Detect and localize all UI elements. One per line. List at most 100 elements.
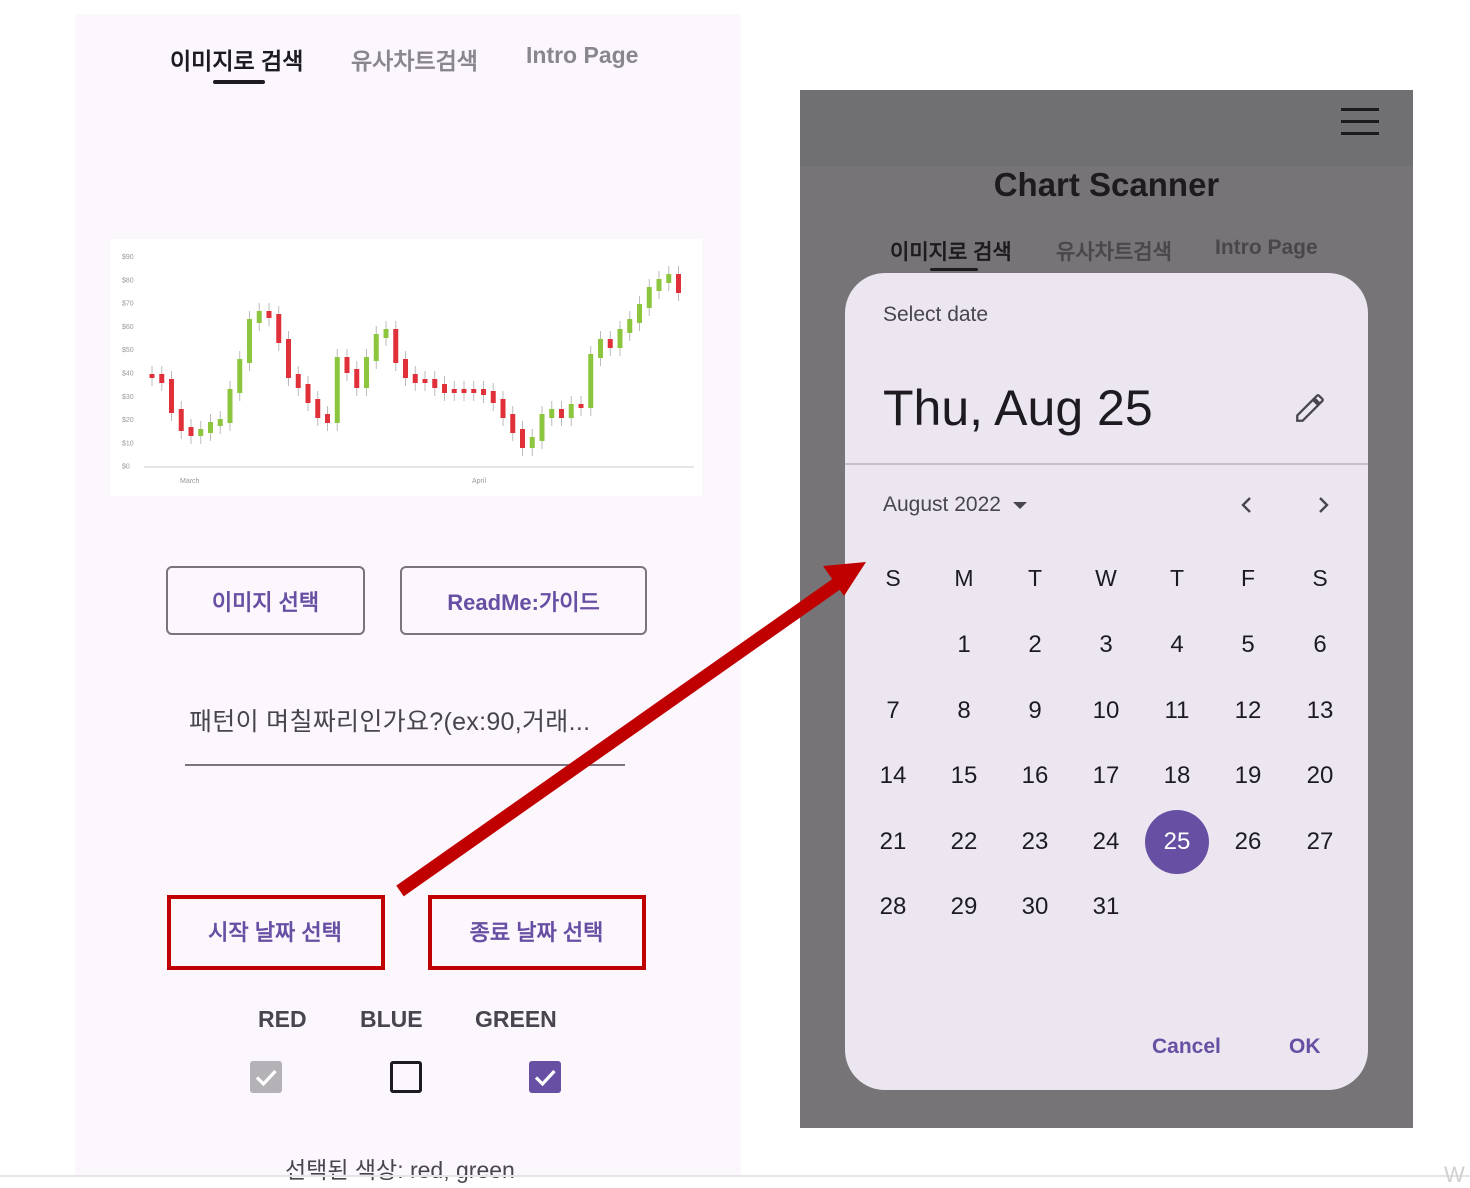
candle-body	[578, 404, 584, 408]
y-tick-label: $70	[122, 301, 134, 308]
tab-image-search[interactable]: 이미지로 검색	[170, 42, 303, 76]
candle-body	[217, 419, 223, 426]
day-cell[interactable]: 29	[932, 875, 996, 939]
day-cell[interactable]: 15	[932, 744, 996, 808]
y-tick-label: $0	[122, 464, 130, 471]
day-cell[interactable]: 18	[1145, 744, 1209, 808]
candle-body	[227, 389, 233, 423]
day-cell[interactable]: 8	[932, 679, 996, 743]
red-checkbox[interactable]	[250, 1061, 282, 1093]
candle-body	[188, 427, 194, 436]
candle-body	[412, 374, 418, 383]
chevron-right-icon[interactable]	[1311, 493, 1335, 517]
candle-body	[598, 339, 603, 358]
day-cell[interactable]: 2	[1003, 613, 1067, 677]
candle-body	[383, 329, 389, 338]
candle-body	[559, 409, 564, 418]
tab-image-search[interactable]: 이미지로 검색	[890, 236, 1012, 266]
input-underline	[185, 764, 625, 766]
y-tick-label: $10	[122, 440, 134, 447]
day-cell[interactable]: 10	[1074, 679, 1138, 743]
tab-similar-chart[interactable]: 유사차트검색	[1056, 236, 1172, 266]
day-cell[interactable]: 9	[1003, 679, 1067, 743]
tab-intro-page[interactable]: Intro Page	[1215, 236, 1318, 260]
day-cell[interactable]: 6	[1288, 613, 1352, 677]
candle-body	[481, 389, 486, 395]
ok-button[interactable]: OK	[1289, 1035, 1321, 1059]
candle-body	[393, 329, 399, 363]
day-cell[interactable]: 11	[1145, 679, 1209, 743]
candle-body	[656, 279, 662, 291]
day-cell[interactable]: 13	[1288, 679, 1352, 743]
hamburger-menu-icon[interactable]	[1341, 108, 1379, 136]
candle-body	[529, 437, 535, 448]
candle-body	[607, 339, 613, 348]
readme-guide-button[interactable]: ReadMe:가이드	[400, 566, 647, 635]
y-tick-label: $90	[122, 254, 134, 261]
candle-body	[208, 422, 213, 433]
check-icon	[534, 1069, 556, 1087]
candle-body	[627, 319, 633, 333]
app-title: Chart Scanner	[993, 166, 1220, 203]
selected-day-cell[interactable]: 25	[1145, 809, 1209, 874]
candle-body	[432, 379, 438, 388]
candle-body	[461, 389, 467, 393]
day-cell[interactable]: 23	[1003, 810, 1067, 874]
y-tick-label: $30	[122, 394, 134, 401]
day-cell[interactable]: 26	[1216, 810, 1280, 874]
tab-intro-page[interactable]: Intro Page	[526, 42, 638, 69]
pattern-days-placeholder: 패턴이 며칠짜리인가요?(ex:90,거래...	[189, 708, 591, 736]
candle-body	[354, 369, 360, 388]
day-cell[interactable]: 17	[1074, 744, 1138, 808]
candle-body	[676, 274, 681, 293]
image-select-button[interactable]: 이미지 선택	[166, 566, 365, 635]
day-cell[interactable]: 1	[932, 613, 996, 677]
day-cell[interactable]: 31	[1074, 875, 1138, 939]
day-cell[interactable]: 4	[1145, 613, 1209, 677]
day-cell[interactable]: 14	[861, 744, 925, 808]
header-divider	[845, 463, 1368, 465]
day-cell[interactable]: 24	[1074, 810, 1138, 874]
dropdown-arrow-icon	[1012, 502, 1027, 509]
app-bar	[800, 90, 1413, 166]
day-cell[interactable]: 16	[1003, 744, 1067, 808]
day-cell[interactable]: 28	[861, 875, 925, 939]
pattern-days-input[interactable]: 패턴이 며칠짜리인가요?(ex:90,거래...	[185, 694, 627, 768]
day-cell[interactable]: 22	[932, 810, 996, 874]
cancel-button[interactable]: Cancel	[1152, 1035, 1221, 1059]
green-checkbox[interactable]	[529, 1061, 561, 1093]
selected-colors-text: 선택된 색상: red, green	[285, 1157, 515, 1183]
day-cell[interactable]: 5	[1216, 613, 1280, 677]
color-label-blue: BLUE	[360, 1006, 423, 1032]
active-tab-indicator	[930, 268, 978, 271]
candle-body	[646, 287, 652, 308]
month-year-selector[interactable]: August 2022	[883, 493, 1029, 517]
day-cell[interactable]: 12	[1216, 679, 1280, 743]
candle-body	[588, 354, 594, 408]
tab-similar-chart[interactable]: 유사차트검색	[351, 42, 478, 76]
chevron-left-icon[interactable]	[1235, 493, 1259, 517]
day-cell[interactable]: 20	[1288, 744, 1352, 808]
day-cell[interactable]: 27	[1288, 810, 1352, 874]
day-cell[interactable]: 7	[861, 679, 925, 743]
x-tick-label: March	[180, 478, 200, 485]
candle-body	[520, 429, 525, 448]
day-cell[interactable]: 21	[861, 810, 925, 874]
weekday-header: T	[1027, 565, 1043, 591]
edit-pencil-icon[interactable]	[1293, 391, 1327, 425]
candle-body	[305, 384, 311, 403]
candle-body	[422, 379, 428, 383]
blue-checkbox[interactable]	[390, 1061, 422, 1093]
highlight-box-end	[428, 895, 646, 970]
y-tick-label: $80	[122, 277, 134, 284]
check-icon	[255, 1069, 277, 1087]
day-cell[interactable]: 19	[1216, 744, 1280, 808]
candle-body	[403, 359, 408, 378]
day-cell[interactable]: 3	[1074, 613, 1138, 677]
day-cell[interactable]: 30	[1003, 875, 1067, 939]
y-tick-label: $40	[122, 371, 134, 378]
candle-body	[169, 379, 174, 413]
candle-body	[315, 399, 321, 418]
chart-image-preview: $90 $80 $70 $60 $50 $40 $30 $20 $10 $0 March April	[110, 239, 702, 496]
date-picker-dialog: Select date Thu, Aug 25 August 2022 S M T W…	[845, 273, 1368, 1090]
